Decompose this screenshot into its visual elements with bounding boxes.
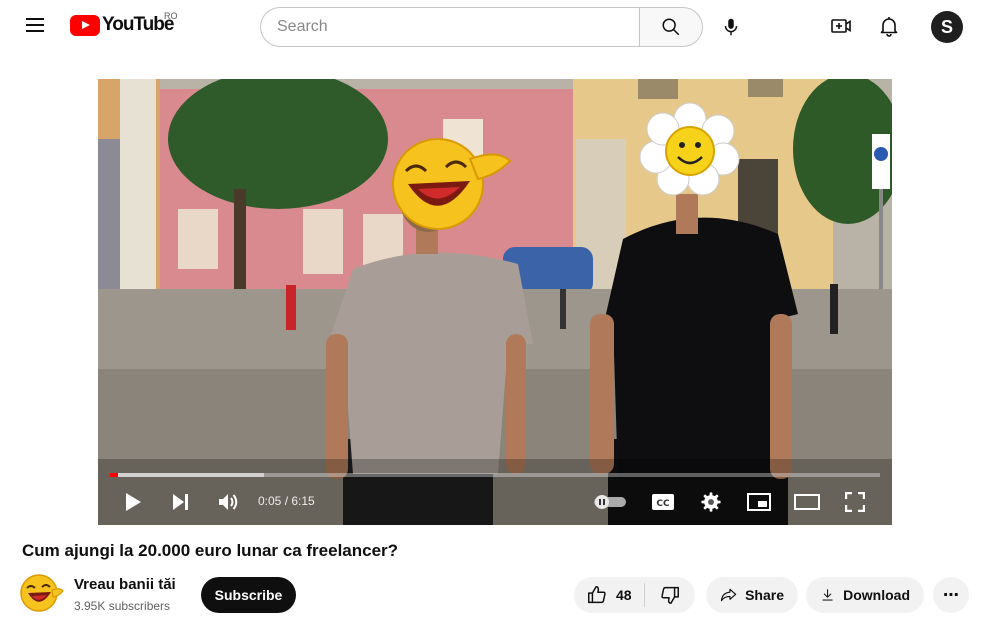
bell-icon <box>880 17 898 37</box>
volume-button[interactable] <box>214 487 244 517</box>
search-input[interactable] <box>277 18 624 36</box>
laughing-emoji-icon <box>20 574 64 612</box>
play-icon <box>126 493 141 511</box>
notifications-button[interactable] <box>873 10 905 42</box>
more-actions-button[interactable]: ⋯ <box>933 577 969 613</box>
subscribe-button[interactable]: Subscribe <box>201 577 296 613</box>
dislike-button[interactable] <box>645 577 695 613</box>
miniplayer-icon <box>747 493 771 511</box>
account-avatar[interactable]: S <box>931 11 963 43</box>
play-button[interactable] <box>118 487 148 517</box>
share-icon <box>720 588 737 602</box>
svg-text:CC: CC <box>656 499 670 509</box>
miniplayer-button[interactable] <box>744 487 774 517</box>
video-frame <box>98 79 892 525</box>
captions-button[interactable]: CC <box>646 487 680 517</box>
share-button[interactable]: Share <box>706 577 798 613</box>
channel-name[interactable]: Vreau banii tăi <box>74 576 176 593</box>
thumbs-down-icon <box>660 586 679 604</box>
share-label: Share <box>745 587 784 603</box>
next-button[interactable] <box>166 487 196 517</box>
youtube-play-icon <box>70 14 100 36</box>
like-count: 48 <box>616 587 632 603</box>
search-button[interactable] <box>639 7 703 47</box>
theater-mode-icon <box>794 494 820 510</box>
autoplay-toggle[interactable] <box>592 487 628 517</box>
like-dislike-group: 48 <box>574 577 695 613</box>
microphone-icon <box>724 18 738 36</box>
gear-icon <box>701 492 721 512</box>
captions-icon: CC <box>652 494 674 510</box>
search-icon <box>662 18 680 36</box>
youtube-logo[interactable]: YouTube <box>70 14 174 36</box>
like-button[interactable]: 48 <box>574 577 644 613</box>
progress-bar[interactable] <box>110 473 880 477</box>
skip-next-icon <box>173 494 188 510</box>
fullscreen-icon <box>845 492 865 512</box>
time-display: 0:05 / 6:15 <box>258 494 315 508</box>
logo-text: YouTube <box>102 14 174 35</box>
progress-played <box>110 473 118 477</box>
video-player[interactable]: 0:05 / 6:15 CC <box>98 79 892 525</box>
masthead: YouTube RO S <box>0 0 992 56</box>
download-button[interactable]: Download <box>806 577 924 613</box>
video-title: Cum ajungi la 20.000 euro lunar ca freel… <box>22 541 399 560</box>
region-code: RO <box>164 11 178 21</box>
settings-button[interactable] <box>696 487 726 517</box>
voice-search-button[interactable] <box>712 8 750 46</box>
fullscreen-button[interactable] <box>840 487 870 517</box>
thumbs-up-icon <box>588 586 606 604</box>
subscriber-count: 3.95K subscribers <box>74 599 171 613</box>
video-add-icon <box>831 19 851 33</box>
autoplay-toggle-icon <box>594 495 626 509</box>
volume-icon <box>219 494 238 510</box>
download-icon <box>822 589 833 601</box>
channel-avatar[interactable] <box>20 573 64 613</box>
download-label: Download <box>843 587 910 603</box>
theater-mode-button[interactable] <box>792 487 822 517</box>
menu-icon[interactable] <box>20 10 50 40</box>
create-button[interactable] <box>825 10 857 42</box>
progress-loaded <box>110 473 264 477</box>
search-box <box>260 7 640 47</box>
